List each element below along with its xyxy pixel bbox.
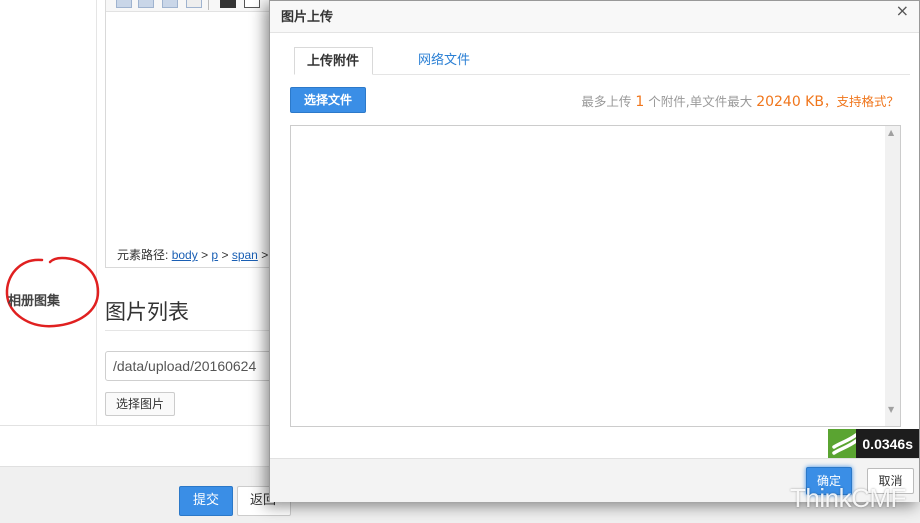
upload-info-prefix: 最多上传 bbox=[581, 94, 632, 109]
path-separator: > bbox=[261, 248, 269, 262]
table-icon[interactable] bbox=[138, 0, 154, 8]
table-icon[interactable] bbox=[116, 0, 132, 8]
tab-upload-attachment[interactable]: 上传附件 bbox=[294, 47, 373, 75]
element-path: 元素路径: body > p > span > bbox=[117, 246, 268, 263]
album-label: 相册图集 bbox=[8, 294, 61, 309]
close-icon[interactable]: × bbox=[896, 1, 909, 20]
divider bbox=[105, 330, 280, 331]
element-path-p[interactable]: p bbox=[211, 248, 218, 262]
image-path-input[interactable]: /data/upload/20160624 bbox=[105, 351, 285, 381]
select-image-button[interactable]: 选择图片 bbox=[105, 392, 175, 416]
table-icon[interactable] bbox=[162, 0, 178, 8]
dialog-titlebar[interactable]: 图片上传 × bbox=[270, 1, 919, 33]
supported-formats-link[interactable]: 支持格式？ bbox=[836, 94, 899, 109]
element-path-label: 元素路径: bbox=[117, 248, 169, 262]
paste-icon[interactable] bbox=[186, 0, 202, 8]
upload-tabs: 上传附件 网络文件 bbox=[294, 47, 910, 75]
toolbar-divider bbox=[208, 0, 209, 10]
upload-info-middle: 个附件,单文件最大 bbox=[648, 94, 753, 109]
upload-limits-text: 最多上传 1 个附件,单文件最大 20240 KB，支持格式？ bbox=[581, 91, 899, 110]
element-path-span[interactable]: span bbox=[232, 248, 258, 262]
submit-button[interactable]: 提交 bbox=[179, 486, 233, 516]
path-separator: > bbox=[221, 248, 229, 262]
max-file-count: 1 bbox=[635, 94, 645, 110]
thinkcmf-watermark: ThinkCMF bbox=[790, 483, 906, 513]
print-icon[interactable] bbox=[220, 0, 236, 8]
scroll-down-icon[interactable]: ▼ bbox=[888, 405, 894, 414]
image-upload-dialog: 图片上传 × 上传附件 网络文件 选择文件 最多上传 1 个附件,单文件最大 2… bbox=[269, 0, 920, 502]
element-path-body[interactable]: body bbox=[172, 248, 198, 262]
editor-toolbar bbox=[106, 0, 284, 12]
max-file-size: 20240 KB bbox=[756, 94, 824, 110]
debug-timer-badge[interactable]: 0.0346s bbox=[856, 429, 919, 459]
form-label-column bbox=[0, 0, 97, 425]
scrollbar[interactable]: ▲ ▼ bbox=[885, 126, 900, 426]
upload-info-suffix: ， bbox=[823, 94, 837, 109]
path-separator: > bbox=[201, 248, 209, 262]
file-list-area[interactable]: ▲ ▼ bbox=[290, 125, 901, 427]
scroll-up-icon[interactable]: ▲ bbox=[888, 128, 894, 137]
select-file-button[interactable]: 选择文件 bbox=[290, 87, 366, 113]
preview-icon[interactable] bbox=[244, 0, 260, 8]
tab-network-file[interactable]: 网络文件 bbox=[406, 47, 482, 75]
rich-text-editor[interactable]: 元素路径: body > p > span > bbox=[105, 0, 285, 268]
image-list-title: 图片列表 bbox=[105, 300, 189, 324]
dialog-title: 图片上传 bbox=[281, 10, 334, 25]
